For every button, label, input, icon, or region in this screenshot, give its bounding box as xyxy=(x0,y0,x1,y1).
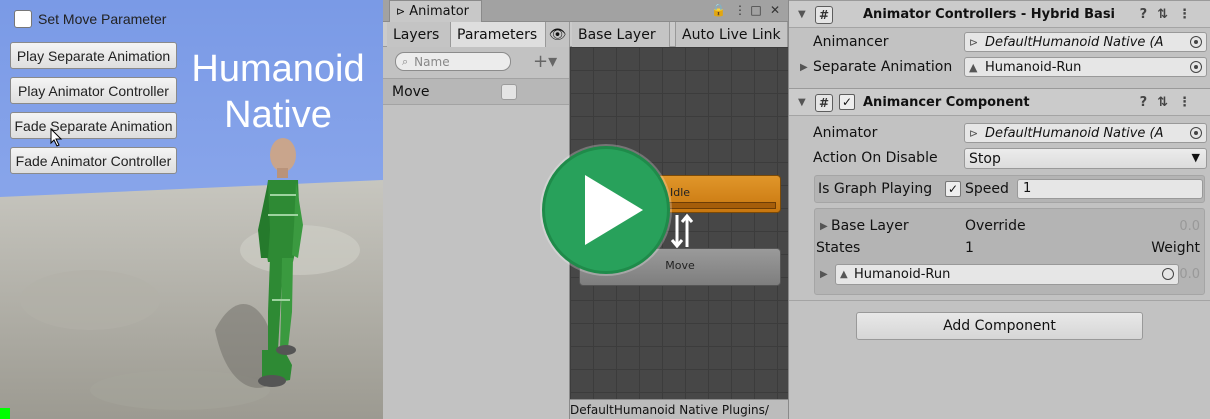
states-count: 1 xyxy=(965,240,974,256)
enabled-checkbox[interactable]: ✓ xyxy=(839,94,855,110)
play-video-button[interactable] xyxy=(542,146,670,274)
play-separate-animation-button[interactable]: Play Separate Animation xyxy=(10,42,177,69)
script-icon: # xyxy=(815,94,833,112)
speed-label: Speed xyxy=(965,181,1009,197)
set-move-parameter-toggle[interactable]: Set Move Parameter xyxy=(14,10,166,28)
separate-animation-label: Separate Animation xyxy=(813,59,953,75)
animator-toolbar: Layers Parameters 👁 Base Layer Auto Live… xyxy=(383,22,788,47)
play-icon xyxy=(585,175,643,245)
animator-tab-bar: ⊳ Animator 🔒 ⋮ □ ✕ xyxy=(383,0,788,22)
state-weight: 0.0 xyxy=(1179,267,1200,282)
animator-icon: ⊳ xyxy=(969,126,979,140)
fold-arrow-icon[interactable]: ▼ xyxy=(798,97,806,108)
layer-states-box: ▶ Base Layer Override 0.0 States 1 Weigh… xyxy=(814,208,1205,295)
animator-icon: ⊳ xyxy=(396,5,406,18)
animator-object-field[interactable]: ⊳ DefaultHumanoid Native (A xyxy=(964,123,1207,143)
status-bar-path: DefaultHumanoid Native Plugins/ xyxy=(570,399,788,419)
auto-live-link-button[interactable]: Auto Live Link xyxy=(675,22,788,47)
script-icon: # xyxy=(815,6,833,24)
action-on-disable-dropdown[interactable]: Stop ▼ xyxy=(964,148,1207,169)
layer-weight: 0.0 xyxy=(1179,219,1200,234)
action-on-disable-label: Action On Disable xyxy=(813,150,938,166)
parameter-name: Move xyxy=(392,83,430,100)
component-header-animancer[interactable]: ▼ # ✓ Animancer Component ?⇅⋮ xyxy=(789,88,1210,116)
object-picker-icon[interactable] xyxy=(1190,127,1202,139)
component-header-animator-controllers[interactable]: ▼ # Animator Controllers - Hybrid Basi ?… xyxy=(789,0,1210,28)
tab-layers[interactable]: Layers xyxy=(387,22,451,47)
kebab-menu-icon[interactable]: ⋮ xyxy=(733,3,747,17)
checkbox[interactable] xyxy=(14,10,32,28)
game-view: Set Move Parameter Play Separate Animati… xyxy=(0,0,383,419)
header-icons[interactable]: ?⇅⋮ xyxy=(1140,7,1201,22)
eye-icon[interactable]: 👁 xyxy=(546,22,570,47)
base-layer-label: Base Layer xyxy=(831,218,909,234)
animation-clip-icon: ▲ xyxy=(969,60,978,74)
component-title: Animator Controllers - Hybrid Basi xyxy=(863,6,1116,22)
layer-mode: Override xyxy=(965,218,1026,234)
add-parameter-icon[interactable]: +▾ xyxy=(533,51,557,72)
animancer-label: Animancer xyxy=(813,34,889,50)
breadcrumb[interactable]: Base Layer xyxy=(572,22,670,47)
inspector-panel: ▼ # Animator Controllers - Hybrid Basi ?… xyxy=(788,0,1210,419)
fold-arrow-icon[interactable]: ▼ xyxy=(798,9,806,20)
weight-label: Weight xyxy=(1151,240,1200,256)
fps-indicator xyxy=(0,408,10,419)
maximize-icon[interactable]: □ xyxy=(749,3,763,17)
fade-animator-controller-button[interactable]: Fade Animator Controller xyxy=(10,147,177,174)
parameter-search-input[interactable]: ⌕ Name xyxy=(395,52,511,71)
expand-arrow-icon[interactable]: ▶ xyxy=(800,62,808,73)
parameter-row[interactable]: Move xyxy=(383,78,569,105)
state-object-field[interactable]: ▲ Humanoid-Run xyxy=(835,264,1179,285)
lock-icon[interactable]: 🔒 xyxy=(711,3,726,17)
states-label: States xyxy=(816,240,861,256)
separate-animation-field[interactable]: ▲ Humanoid-Run xyxy=(964,57,1207,77)
animation-clip-icon: ▲ xyxy=(840,269,848,280)
parameters-panel: ⌕ Name +▾ Move xyxy=(383,47,570,419)
parameter-bool-checkbox[interactable] xyxy=(501,84,517,100)
object-picker-icon[interactable] xyxy=(1190,61,1202,73)
transition-arrows-icon[interactable] xyxy=(668,213,696,249)
fade-separate-animation-button[interactable]: Fade Separate Animation xyxy=(10,112,177,139)
divider xyxy=(789,300,1210,301)
component-title: Animancer Component xyxy=(863,94,1030,110)
is-graph-playing-checkbox[interactable]: ✓ xyxy=(945,181,961,197)
animator-label: Animator xyxy=(813,125,878,141)
tab-parameters[interactable]: Parameters xyxy=(451,22,546,47)
scene-title: Humanoid Native xyxy=(191,48,365,136)
object-picker-icon[interactable] xyxy=(1162,268,1174,280)
search-icon: ⌕ xyxy=(402,54,409,68)
speed-input[interactable]: 1 xyxy=(1017,179,1203,199)
is-graph-playing-label: Is Graph Playing xyxy=(818,181,933,197)
graph-playing-row: Is Graph Playing ✓ Speed 1 xyxy=(814,175,1205,203)
animancer-object-field[interactable]: ⊳ DefaultHumanoid Native (A xyxy=(964,32,1207,52)
object-picker-icon[interactable] xyxy=(1190,36,1202,48)
add-component-button[interactable]: Add Component xyxy=(856,312,1143,340)
mouse-cursor-icon xyxy=(50,128,63,147)
close-icon[interactable]: ✕ xyxy=(768,3,782,17)
expand-arrow-icon[interactable]: ▶ xyxy=(820,269,828,280)
play-animator-controller-button[interactable]: Play Animator Controller xyxy=(10,77,177,104)
expand-arrow-icon[interactable]: ▶ xyxy=(820,221,828,232)
animator-tab[interactable]: ⊳ Animator xyxy=(389,0,482,22)
chevron-down-icon: ▼ xyxy=(1191,151,1200,164)
toggle-label: Set Move Parameter xyxy=(38,11,167,27)
component-icon: ⊳ xyxy=(969,35,979,49)
header-icons[interactable]: ?⇅⋮ xyxy=(1140,95,1201,110)
